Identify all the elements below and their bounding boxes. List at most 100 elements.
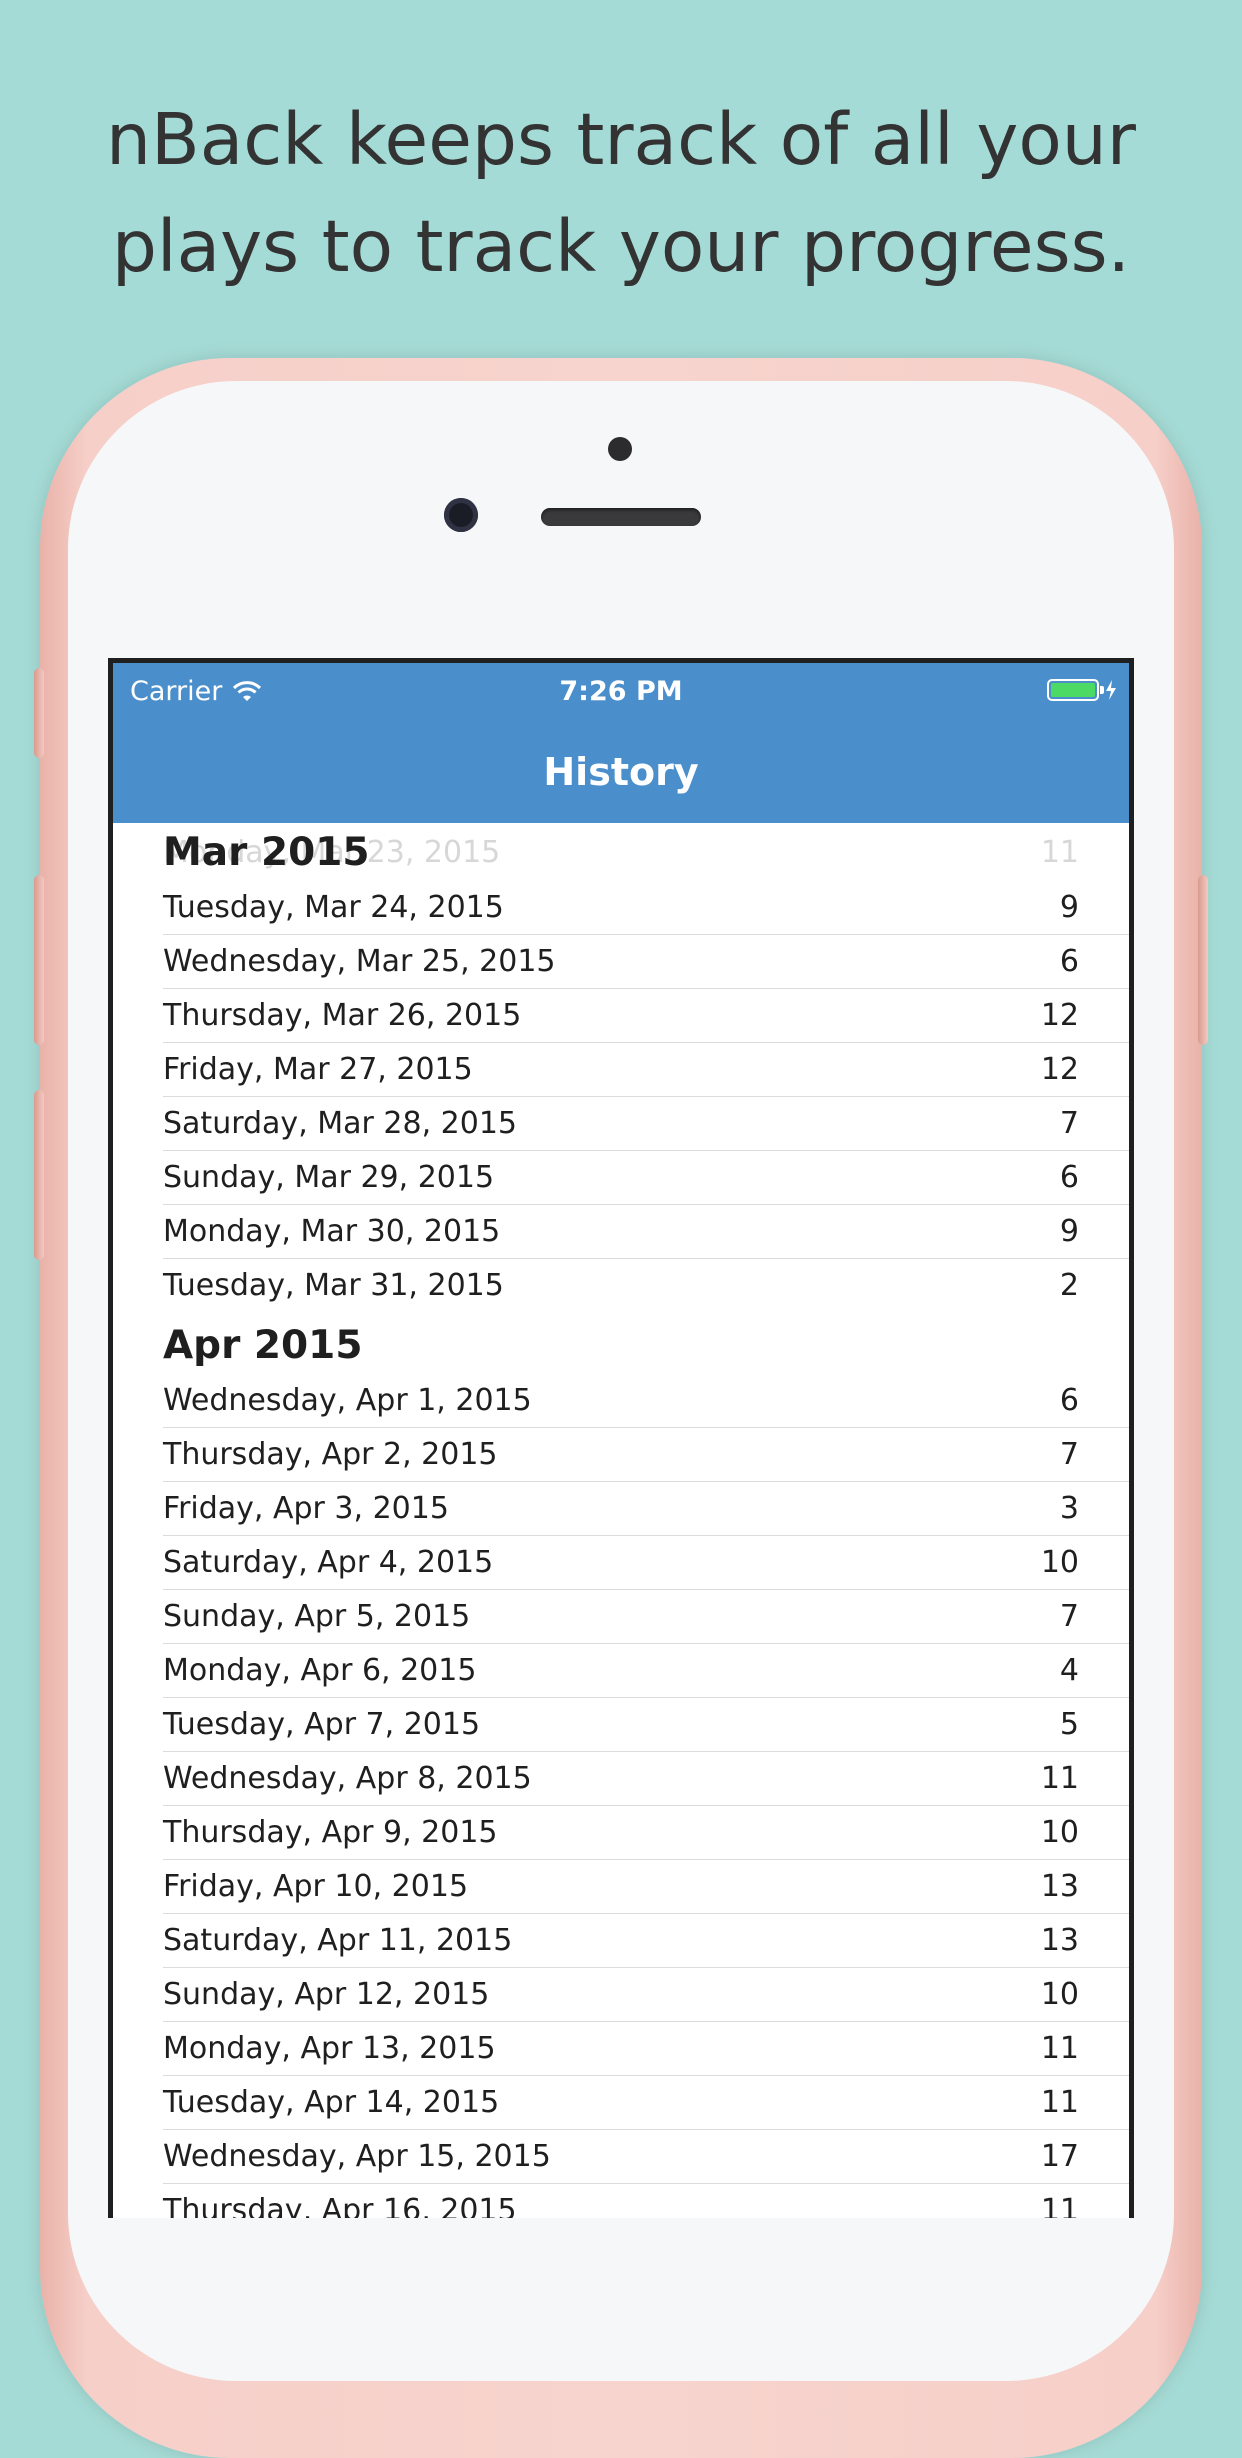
list-item[interactable]: Wednesday, Apr 1, 2015 6 [163,1374,1129,1428]
list-item[interactable]: Wednesday, Apr 15, 2015 17 [163,2130,1129,2184]
battery-level [1051,683,1095,697]
row-count: 13 [1040,1923,1079,1958]
row-count: 6 [1059,1160,1079,1195]
history-sections: Mar 2015 Tuesday, Mar 24, 2015 9 Wednesday,… [113,825,1129,2218]
list-item[interactable]: Wednesday, Apr 8, 2015 11 [163,1752,1129,1806]
power-button [1198,875,1208,1045]
row-date: Tuesday, Apr 14, 2015 [163,2085,500,2120]
status-bar: Carrier 7:26 PM [113,663,1129,717]
row-count: 17 [1040,2139,1079,2174]
app-screen: Carrier 7:26 PM History Monday, Mar 23, … [113,663,1129,2218]
row-count: 10 [1040,1545,1079,1580]
history-list[interactable]: Monday, Mar 23, 2015 11 Mar 2015 Tuesday,… [113,823,1129,2218]
list-item[interactable]: Saturday, Mar 28, 2015 7 [163,1097,1129,1151]
row-date: Tuesday, Mar 31, 2015 [163,1268,504,1303]
section-header: Apr 2015 [163,1323,363,1368]
row-date: Saturday, Apr 4, 2015 [163,1545,494,1580]
row-date: Wednesday, Apr 15, 2015 [163,2139,551,2174]
row-date: Saturday, Mar 28, 2015 [163,1106,517,1141]
row-date: Tuesday, Mar 24, 2015 [163,890,504,925]
row-date: Sunday, Apr 5, 2015 [163,1599,471,1634]
list-item[interactable]: Friday, Apr 3, 2015 3 [163,1482,1129,1536]
earpiece-speaker [541,508,701,526]
marketing-headline: nBack keeps track of all your plays to t… [0,86,1242,300]
history-section: Apr 2015 Wednesday, Apr 1, 2015 6 Thursday,… [113,1312,1129,2218]
row-date: Wednesday, Apr 1, 2015 [163,1383,532,1418]
headline-line-1: nBack keeps track of all your [106,98,1136,181]
row-date: Thursday, Apr 9, 2015 [163,1815,498,1850]
row-count: 11 [1040,2193,1079,2218]
row-date: Thursday, Apr 16, 2015 [163,2193,517,2218]
section-rows: Wednesday, Apr 1, 2015 6 Thursday, Apr 2, … [113,1374,1129,2218]
row-count: 10 [1040,1815,1079,1850]
row-count: 13 [1040,1869,1079,1904]
row-date: Monday, Apr 6, 2015 [163,1653,477,1688]
row-count: 4 [1059,1653,1079,1688]
phone-screen: Carrier 7:26 PM History Monday, Mar 23, … [108,658,1134,2218]
page-title: History [543,750,699,794]
list-item[interactable]: Wednesday, Mar 25, 2015 6 [163,935,1129,989]
section-rows: Tuesday, Mar 24, 2015 9 Wednesday, Mar 25,… [113,881,1129,1312]
list-item[interactable]: Thursday, Apr 2, 2015 7 [163,1428,1129,1482]
row-count: 10 [1040,1977,1079,2012]
mute-switch [34,668,44,758]
battery-indicator [1047,679,1117,701]
battery-icon [1047,679,1104,701]
row-count: 9 [1059,890,1079,925]
row-date: Tuesday, Apr 7, 2015 [163,1707,481,1742]
row-date: Friday, Apr 10, 2015 [163,1869,469,1904]
volume-down-button [34,1090,44,1260]
row-date: Sunday, Mar 29, 2015 [163,1160,495,1195]
list-item[interactable]: Tuesday, Mar 31, 2015 2 [163,1259,1129,1312]
row-count: 6 [1059,944,1079,979]
row-date: Sunday, Apr 12, 2015 [163,1977,490,2012]
row-date: Thursday, Mar 26, 2015 [163,998,522,1033]
row-date: Monday, Mar 30, 2015 [163,1214,501,1249]
row-count: 7 [1059,1106,1079,1141]
list-item[interactable]: Thursday, Apr 9, 2015 10 [163,1806,1129,1860]
row-count: 7 [1059,1599,1079,1634]
section-header: Mar 2015 [163,830,370,875]
list-item[interactable]: Monday, Mar 30, 2015 9 [163,1205,1129,1259]
row-date: Thursday, Apr 2, 2015 [163,1437,498,1472]
status-time: 7:26 PM [559,676,683,707]
list-item[interactable]: Thursday, Apr 16, 2015 11 [163,2184,1129,2218]
proximity-sensor [608,437,632,461]
list-item[interactable]: Monday, Apr 6, 2015 4 [163,1644,1129,1698]
headline-line-2: plays to track your progress. [111,205,1131,288]
list-item[interactable]: Friday, Apr 10, 2015 13 [163,1860,1129,1914]
row-date: Wednesday, Apr 8, 2015 [163,1761,532,1796]
row-count: 12 [1040,998,1079,1033]
row-count: 12 [1040,1052,1079,1087]
row-count: 9 [1059,1214,1079,1249]
list-item[interactable]: Sunday, Mar 29, 2015 6 [163,1151,1129,1205]
volume-up-button [34,875,44,1045]
battery-terminal [1100,686,1104,694]
charging-bolt-icon [1106,680,1116,700]
list-item[interactable]: Thursday, Mar 26, 2015 12 [163,989,1129,1043]
row-date: Wednesday, Mar 25, 2015 [163,944,556,979]
row-count: 2 [1059,1268,1079,1303]
row-date: Friday, Apr 3, 2015 [163,1491,449,1526]
list-item[interactable]: Saturday, Apr 11, 2015 13 [163,1914,1129,1968]
row-count: 11 [1040,2031,1079,2066]
row-count: 6 [1059,1383,1079,1418]
list-item[interactable]: Tuesday, Apr 14, 2015 11 [163,2076,1129,2130]
history-section: Mar 2015 Tuesday, Mar 24, 2015 9 Wednesday,… [113,825,1129,1312]
navigation-bar: Carrier 7:26 PM History [113,663,1129,823]
list-item[interactable]: Saturday, Apr 4, 2015 10 [163,1536,1129,1590]
list-item[interactable]: Sunday, Apr 12, 2015 10 [163,1968,1129,2022]
row-date: Monday, Apr 13, 2015 [163,2031,496,2066]
row-date: Friday, Mar 27, 2015 [163,1052,473,1087]
row-count: 11 [1040,2085,1079,2120]
row-count: 7 [1059,1437,1079,1472]
list-item[interactable]: Friday, Mar 27, 2015 12 [163,1043,1129,1097]
row-count: 3 [1059,1491,1079,1526]
row-count: 5 [1059,1707,1079,1742]
list-item[interactable]: Monday, Apr 13, 2015 11 [163,2022,1129,2076]
row-count: 11 [1040,1761,1079,1796]
front-camera-icon [444,498,478,532]
list-item[interactable]: Tuesday, Apr 7, 2015 5 [163,1698,1129,1752]
list-item[interactable]: Tuesday, Mar 24, 2015 9 [163,881,1129,935]
list-item[interactable]: Sunday, Apr 5, 2015 7 [163,1590,1129,1644]
